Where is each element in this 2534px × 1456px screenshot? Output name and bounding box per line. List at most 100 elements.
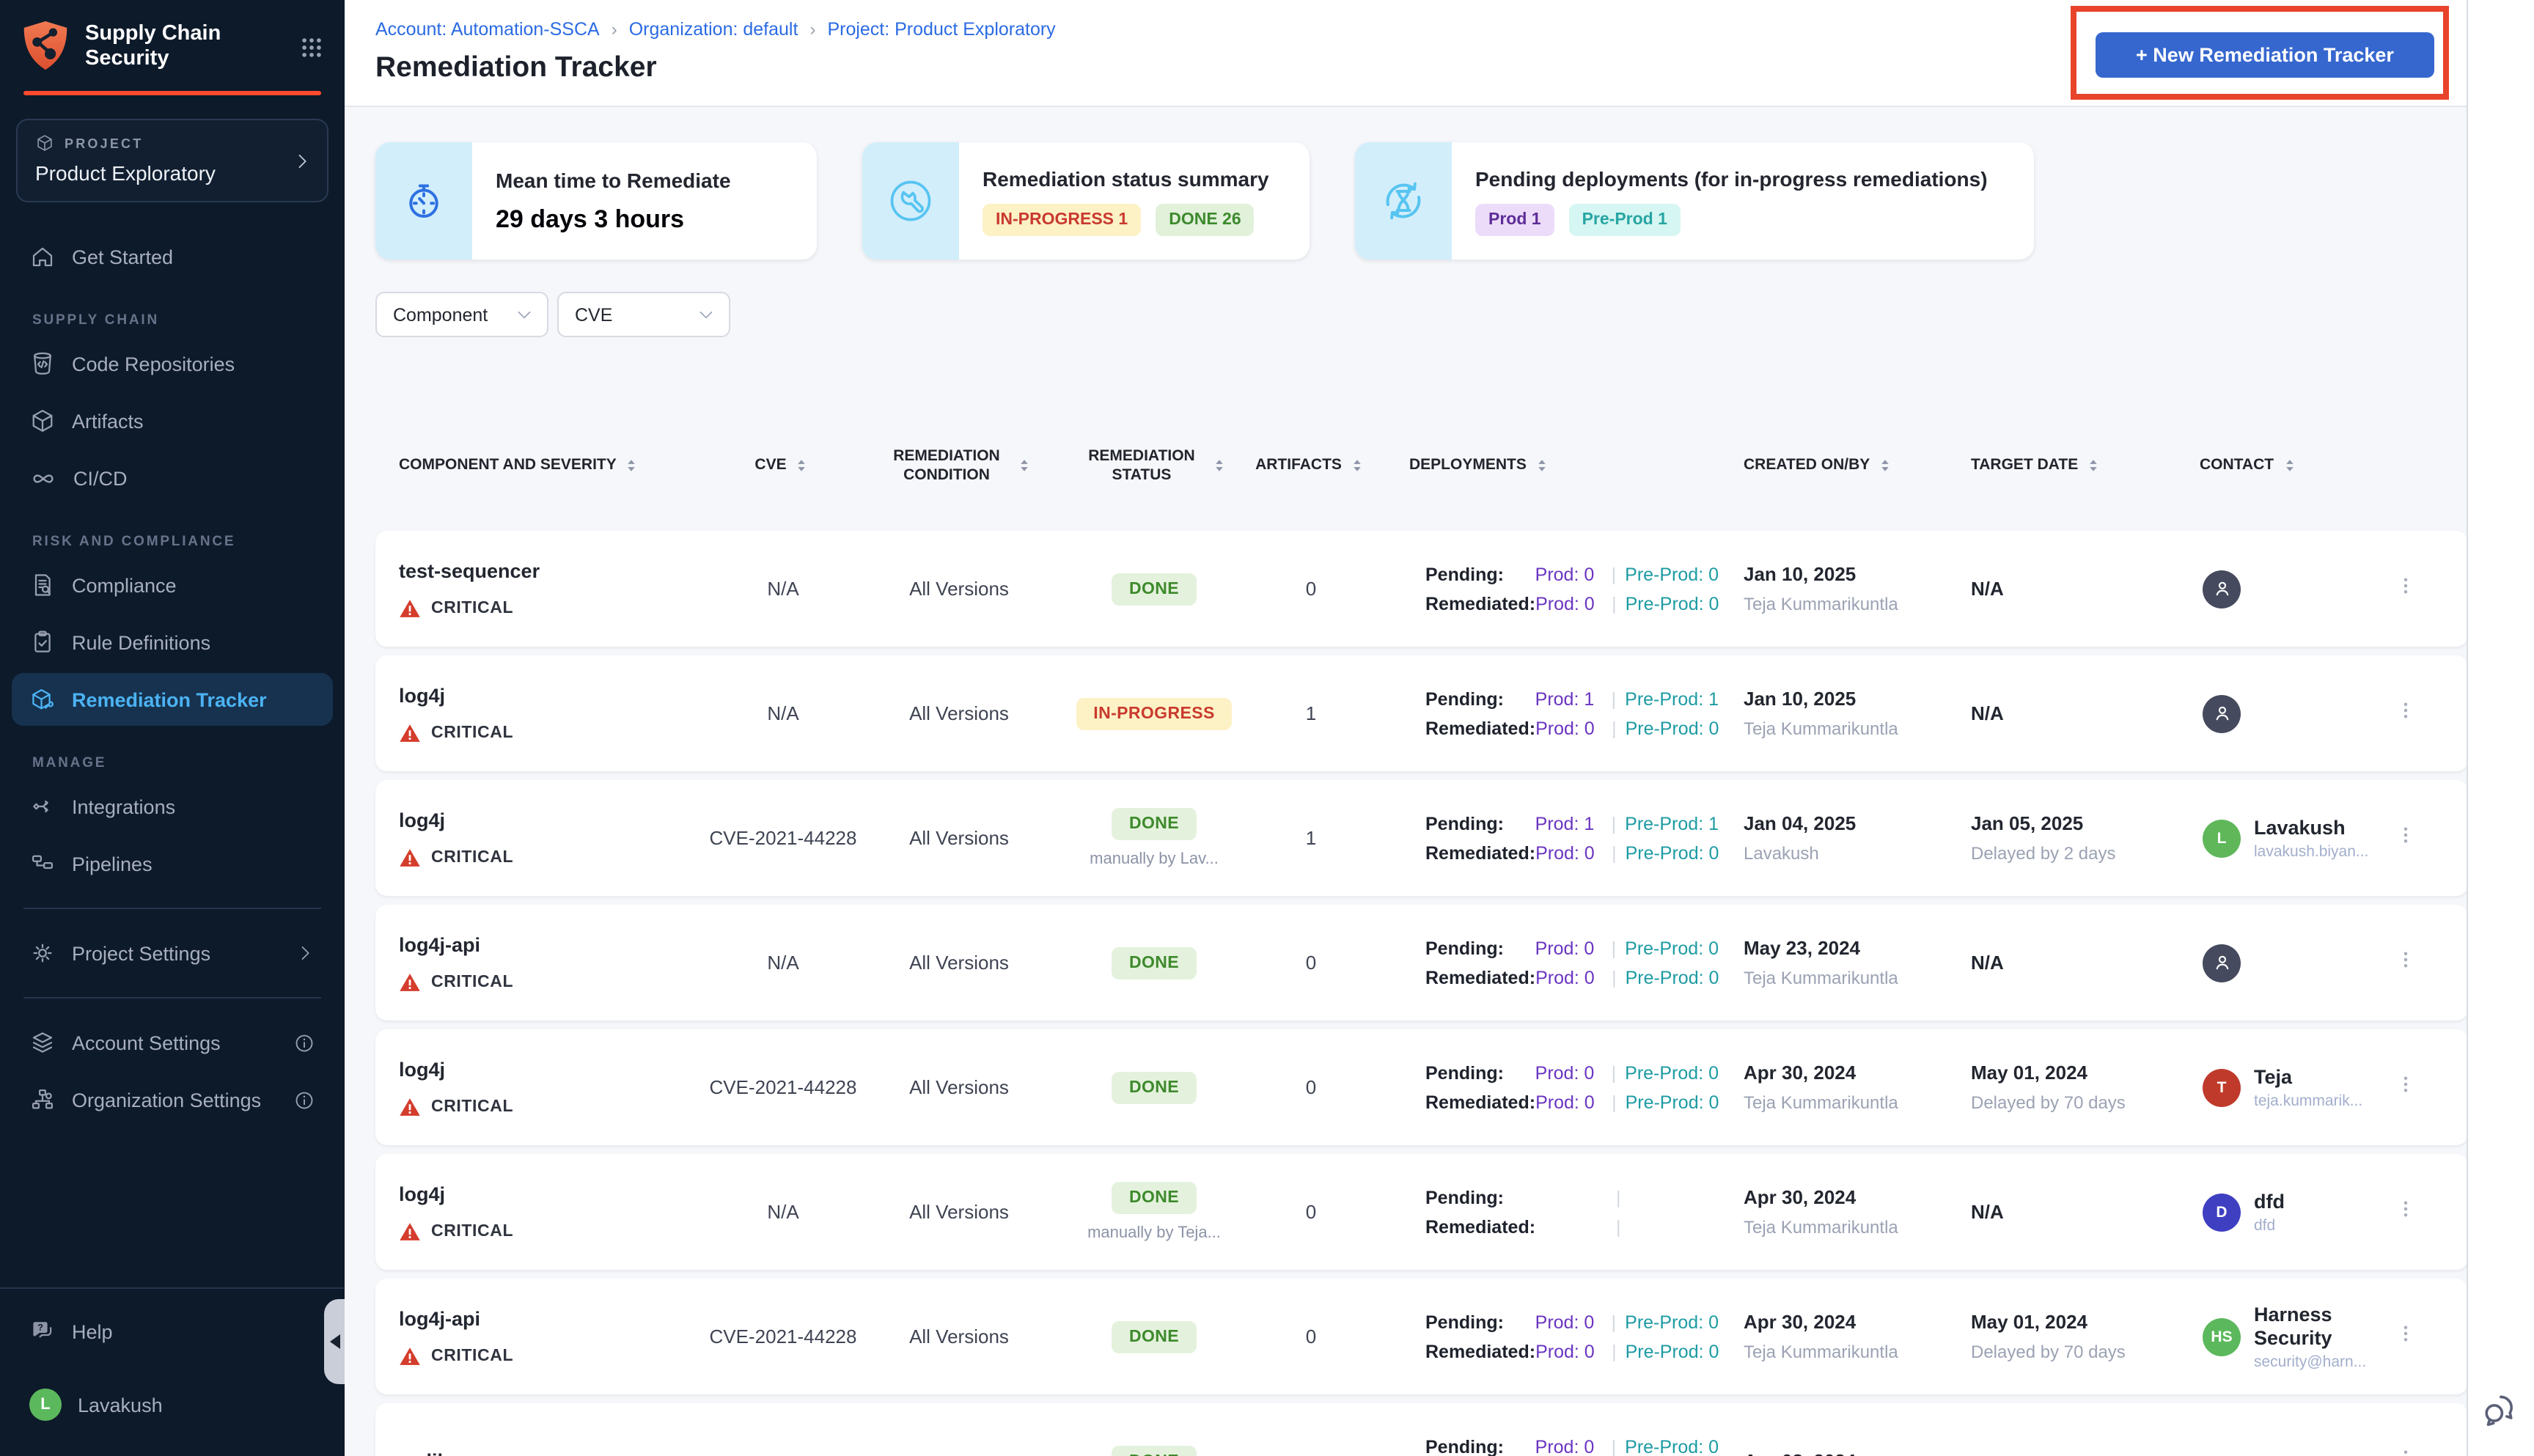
table-row[interactable]: log4j-api CRITICAL CVE-2021-44228 All Versi… [375,1279,2468,1394]
deployment-preprod-link[interactable]: Pre-Prod: 0 [1626,838,1719,867]
sidebar-item-pipelines[interactable]: Pipelines [12,837,333,890]
column-header-component-and-severity[interactable]: COMPONENT AND SEVERITY [399,456,698,475]
cell-artifacts: 0 [1305,1201,1317,1223]
table-row[interactable]: log4j-api CRITICAL N/A All Versions DONE 0 Pen… [375,905,2468,1021]
sidebar-collapse-handle[interactable] [324,1299,345,1384]
sidebar-item-rule-definitions[interactable]: Rule Definitions [12,616,333,669]
cell-remediation-status: DONE [1050,573,1258,605]
deployment-preprod-link[interactable]: Pre-Prod: 0 [1626,713,1719,743]
table-row[interactable]: xz-libsDONEPending:Prod: 0|Pre-Prod: 0Re… [375,1403,2468,1456]
row-menu-button[interactable] [2394,1446,2416,1456]
new-remediation-tracker-button[interactable]: + New Remediation Tracker [2096,32,2434,78]
sidebar-item-artifacts[interactable]: Artifacts [12,394,333,447]
deployment-preprod-link[interactable]: Pre-Prod: 0 [1626,1087,1719,1117]
status-badge[interactable]: DONE 26 [1156,203,1255,235]
breadcrumb-link[interactable]: Account: Automation-SSCA [375,19,600,40]
deployment-prod-link[interactable]: Prod: 0 [1535,589,1603,618]
deployment-preprod-link[interactable]: Pre-Prod: 0 [1625,1307,1719,1336]
contact-avatar[interactable] [2203,694,2241,732]
filter-select-component[interactable]: Component [375,292,548,337]
sidebar-item-help[interactable]: ? Help [12,1305,333,1358]
deployment-preprod-link[interactable]: Pre-Prod: 0 [1625,1058,1719,1087]
row-menu-button[interactable] [2394,1322,2416,1351]
row-menu-button[interactable] [2394,699,2416,728]
deployment-preprod-link[interactable]: Pre-Prod: 0 [1626,1336,1719,1366]
contact-avatar[interactable]: D [2203,1193,2241,1231]
support-chat-icon[interactable] [2480,1390,2519,1430]
row-menu-button[interactable] [2394,574,2416,603]
column-header-contact[interactable]: CONTACT [2176,456,2379,475]
table-row[interactable]: log4j CRITICAL N/A All Versions IN-PROGRESS 1… [375,655,2468,771]
column-header-remediation-status[interactable]: REMEDIATION STATUS [1050,447,1258,484]
deployment-prod-link[interactable]: Prod: 0 [1535,1336,1603,1366]
contact-avatar[interactable]: HS [2203,1317,2241,1356]
column-header-target-date[interactable]: TARGET DATE [1956,456,2176,475]
breadcrumb-link[interactable]: Organization: default [629,19,798,40]
remediation-status-badge: DONE [1111,573,1197,605]
deployment-prod-link[interactable]: Prod: 0 [1535,713,1603,743]
component-name: test-sequencer [399,559,540,581]
deployment-prod-link[interactable]: Prod: 0 [1535,1432,1603,1456]
severity: CRITICAL [399,1345,698,1366]
deployment-prod-link[interactable]: Prod: 0 [1535,1058,1603,1087]
status-badge[interactable]: Pre-Prod 1 [1568,203,1681,235]
status-badge[interactable]: IN-PROGRESS 1 [983,203,1142,235]
table-row[interactable]: log4j CRITICAL CVE-2021-44228 All Versions D… [375,780,2468,896]
row-menu-button[interactable] [2394,948,2416,977]
deployment-preprod-link[interactable]: Pre-Prod: 0 [1626,963,1719,992]
table-row[interactable]: log4j CRITICAL CVE-2021-44228 All Versions D… [375,1029,2468,1145]
deployment-prod-link[interactable]: Prod: 0 [1535,963,1603,992]
status-badge[interactable]: Prod 1 [1475,203,1554,235]
deployment-preprod-link[interactable]: Pre-Prod: 1 [1625,684,1719,713]
sidebar-item-project-settings[interactable]: Project Settings [12,927,333,979]
deployment-preprod-link[interactable]: Pre-Prod: 0 [1626,589,1719,618]
sidebar-item-remediation-tracker[interactable]: Remediation Tracker [12,673,333,726]
breadcrumb-link[interactable]: Project: Product Exploratory [827,19,1055,40]
contact-avatar[interactable]: L [2203,819,2241,857]
sort-arrows-icon [623,456,642,475]
target-date: May 01, 2024 [1971,1062,2088,1084]
table-row[interactable]: test-sequencer CRITICAL N/A All Versions DON… [375,531,2468,647]
column-header-cve[interactable]: CVE [698,456,868,475]
sidebar-item-user[interactable]: L Lavakush [12,1378,333,1431]
column-header-artifacts[interactable]: ARTIFACTS [1255,456,1364,475]
sidebar-item-code-repositories[interactable]: Code Repositories [12,337,333,390]
contact-avatar[interactable] [2203,944,2241,982]
sidebar-item-ci-cd[interactable]: CI/CD [12,452,333,504]
deployment-preprod-link[interactable]: Pre-Prod: 1 [1625,809,1719,838]
column-header-remediation-condition[interactable]: REMEDIATION CONDITION [868,447,1050,484]
table-row[interactable]: log4j CRITICAL N/A All Versions DONE manually… [375,1154,2468,1270]
column-header-created-on-by[interactable]: CREATED ON/BY [1719,456,1956,475]
deployment-preprod-link[interactable]: Pre-Prod: 0 [1625,559,1719,589]
project-selector[interactable]: PROJECT Product Exploratory [16,119,328,202]
contact-avatar[interactable] [2203,570,2241,608]
deployment-line: Pending: Prod: 0 | Pre-Prod: 0 [1425,559,1719,589]
sidebar-item-account-settings[interactable]: Account Settings [12,1016,333,1069]
person-icon [2211,952,2233,974]
row-menu-button[interactable] [2394,1073,2416,1102]
apps-grid-icon[interactable] [299,34,324,59]
deployment-prod-link[interactable]: Prod: 0 [1535,559,1603,589]
contact-avatar[interactable]: T [2203,1068,2241,1106]
deployment-prod-link[interactable]: Prod: 1 [1535,809,1603,838]
deployment-prod-link[interactable]: Prod: 0 [1535,1307,1603,1336]
deployment-prod-link[interactable]: Prod: 0 [1535,838,1603,867]
target-date: May 01, 2024 [1971,1311,2088,1333]
row-menu-button[interactable] [2394,823,2416,853]
deployment-preprod-link[interactable]: Pre-Prod: 0 [1625,1432,1719,1456]
deployment-preprod-link[interactable]: Pre-Prod: 0 [1625,933,1719,963]
deployment-prod-link[interactable]: Prod: 0 [1535,1087,1603,1117]
column-header-deployments[interactable]: DEPLOYMENTS [1364,456,1719,475]
deployment-prod-link[interactable]: Prod: 0 [1535,933,1603,963]
cell-remediation-status: DONE manually by Teja... [1050,1182,1258,1242]
sidebar-item-compliance[interactable]: Compliance [12,559,333,611]
row-menu-button[interactable] [2394,1197,2416,1227]
deployment-divider: | [1616,1187,1621,1207]
sidebar-item-organization-settings[interactable]: Organization Settings [12,1073,333,1126]
remediation-status-badge: DONE [1111,946,1197,979]
deployment-prod-link[interactable]: Prod: 1 [1535,684,1603,713]
sidebar-footer: ? Help L Lavakush [0,1287,345,1456]
sidebar-item-integrations[interactable]: Integrations [12,780,333,833]
filter-select-cve[interactable]: CVE [557,292,730,337]
sidebar-item-get-started[interactable]: Get Started [12,230,333,283]
